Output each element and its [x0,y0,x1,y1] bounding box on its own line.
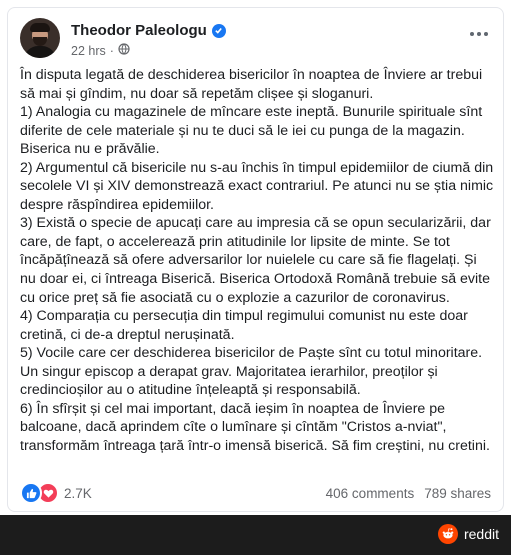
post-text-line: încăpățînează să ofere adversarilor lor … [20,252,477,269]
post-text-line: secolele VI și XIV demonstrează exact co… [20,178,494,195]
verified-badge-icon [211,23,226,38]
like-icon [20,482,42,504]
post-text-line: nu doar ei, ci întreaga Biserică. Biseri… [20,271,491,288]
reddit-logo-icon [437,524,458,544]
shares-count[interactable]: 789 shares [424,486,491,501]
post-text-line: diferite de cele materiale și nu te duci… [20,122,465,139]
post-text-line: cretină, ci de-a dreptul nerușinată. [20,326,235,343]
reddit-label: reddit [463,526,499,542]
post-text-line: Un singur episcop a derapat grav. Majori… [20,363,438,380]
post-text-line: să mai și gîndim, nu doar să repetăm cli… [20,85,374,102]
post-text-line: În disputa legată de deschiderea biseric… [20,67,483,83]
post-text-line: cu orice preț să fie asociată cu o explo… [20,289,450,306]
post-text-line: 5) Vocile care cer deschiderea bisericil… [20,345,483,362]
post-footer: 2.7K 406 comments 789 shares [20,482,491,504]
engagement-stats: 406 comments 789 shares [326,486,491,501]
reaction-count: 2.7K [64,485,92,501]
post-text-line: 4) Comparația cu persecuția din timpul r… [20,308,468,325]
meta-separator: · [109,43,114,58]
reddit-watermark: reddit [437,524,499,544]
post-text-line: balcoane, dacă aprindem cîte o lumînare … [20,419,447,436]
post-text-line: 2) Argumentul că bisericile nu s-au înch… [20,159,494,176]
post-meta: 22 hrs · [71,43,130,58]
post-text-line: Biserica nu e prăvălie. [20,141,160,158]
post-card: Theodor Paleologu 22 hrs · În disputa le… [7,7,504,512]
watermark-bar: reddit [0,515,511,555]
post-text-line: transformăm întreaga țară într-o imensă … [20,437,490,454]
reaction-summary[interactable]: 2.7K [20,482,92,504]
post-text-line: 6) În sfîrșit și cel mai important, dacă… [20,400,446,417]
post-text-line: despre răspîndirea epidemiilor. [20,196,215,213]
comments-count[interactable]: 406 comments [326,486,415,501]
more-options-icon[interactable] [467,24,491,44]
post-text: În disputa legată de deschiderea biseric… [20,66,495,455]
avatar[interactable] [20,18,60,58]
post-text-line: care, de fapt, o accelerează prin atitud… [20,233,450,250]
post-time[interactable]: 22 hrs [71,44,106,58]
post-text-line: credincioșilor au o atitudine înțeleaptă… [20,382,361,399]
author-row: Theodor Paleologu [71,22,226,39]
post-header: Theodor Paleologu 22 hrs · [20,18,491,60]
globe-icon [118,43,130,58]
post-text-line: 1) Analogia cu magazinele de mîncare est… [20,104,483,121]
post-text-line: 3) Există o specie de apucați care au im… [20,215,491,232]
author-name[interactable]: Theodor Paleologu [71,22,207,39]
